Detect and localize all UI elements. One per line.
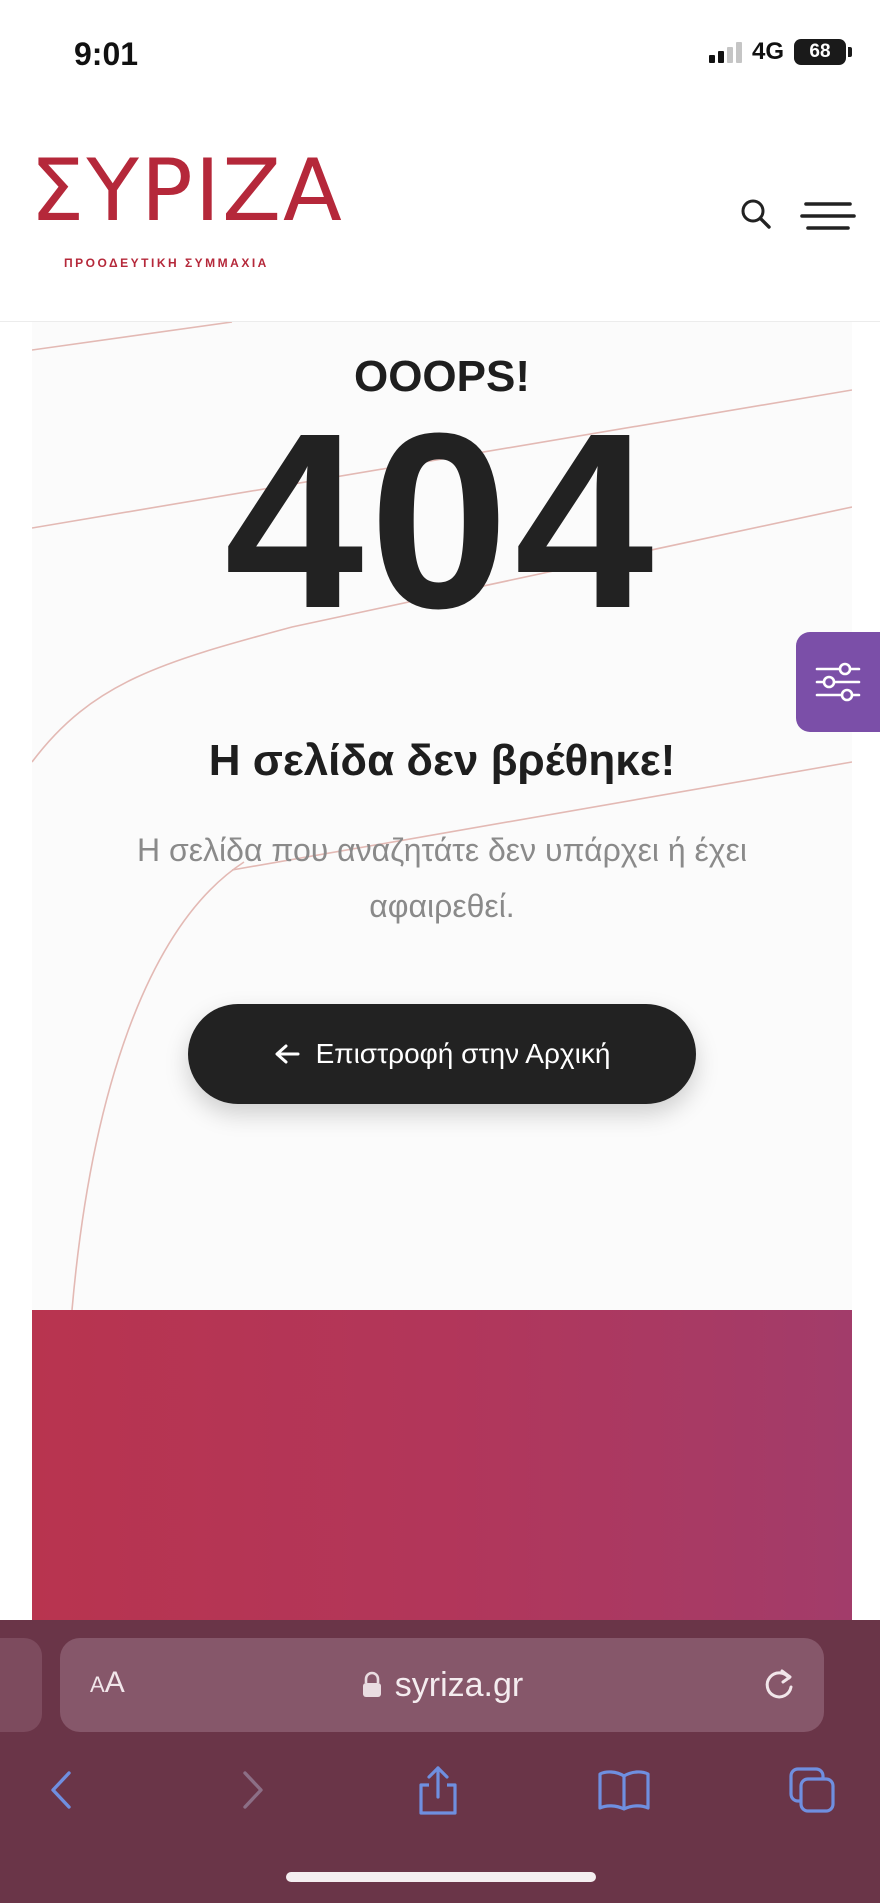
syriza-logo[interactable]: ΣΥΡΙΖΑ ΠΡΟΟΔΕΥΤΙΚΗ ΣΥΜΜΑΧΙΑ	[30, 148, 342, 288]
accessibility-settings-tab[interactable]	[796, 632, 880, 732]
address-bar[interactable]: AA syriza.gr	[60, 1638, 824, 1732]
error-card: OOOPS! 404 Η σελίδα δεν βρέθηκε! Η σελίδ…	[32, 322, 852, 1310]
forward-icon[interactable]	[222, 1760, 282, 1820]
url-display[interactable]: syriza.gr	[60, 1638, 824, 1732]
status-time: 9:01	[74, 36, 139, 72]
search-icon[interactable]	[736, 194, 776, 234]
arrow-left-icon	[275, 1044, 300, 1064]
browser-nav-row	[0, 1760, 880, 1840]
logo-subtitle: ΠΡΟΟΔΕΥΤΙΚΗ ΣΥΜΜΑΧΙΑ	[64, 256, 269, 270]
network-type: 4G	[751, 38, 784, 65]
lock-icon	[362, 1671, 381, 1697]
tabs-icon[interactable]	[782, 1760, 842, 1820]
battery-icon: 68	[794, 39, 852, 65]
error-code: 404	[224, 381, 660, 660]
logo-wordmark: ΣΥΡΙΖΑ	[30, 141, 344, 241]
status-bar: 9:01 4G 68	[0, 0, 880, 110]
reload-icon[interactable]	[760, 1666, 798, 1704]
status-indicators: 4G 68	[708, 38, 852, 66]
site-header: ΣΥΡΙΖΑ ΠΡΟΟΔΕΥΤΙΚΗ ΣΥΜΜΑΧΙΑ	[0, 110, 880, 322]
home-indicator[interactable]	[286, 1872, 596, 1882]
back-icon[interactable]	[32, 1760, 92, 1820]
signal-icon	[708, 41, 742, 63]
back-to-home-label: Επιστροφή στην Αρχική	[315, 1038, 611, 1069]
url-text: syriza.gr	[394, 1665, 524, 1704]
back-to-home-button[interactable]: Επιστροφή στην Αρχική	[188, 1004, 696, 1104]
share-icon[interactable]	[408, 1760, 468, 1820]
bookmarks-icon[interactable]	[594, 1760, 654, 1820]
footer-gradient-band	[32, 1310, 852, 1620]
previous-tab-peek[interactable]	[0, 1638, 42, 1732]
error-message: Η σελίδα που αναζητάτε δεν υπάρχει ή έχε…	[137, 832, 747, 924]
page-not-found-title: Η σελίδα δεν βρέθηκε!	[208, 736, 676, 785]
browser-toolbar: AA syriza.gr	[0, 1620, 880, 1903]
hamburger-menu-icon[interactable]	[800, 196, 856, 236]
battery-level: 68	[809, 41, 831, 62]
sliders-icon	[815, 662, 861, 702]
